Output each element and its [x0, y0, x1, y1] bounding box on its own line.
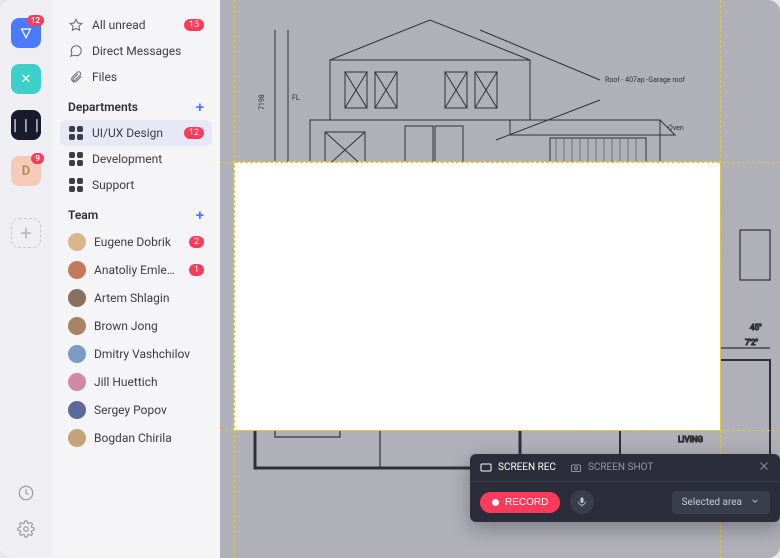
app-shell: ▽12✕❘❘❘D9 + All unread 15 Direct Messag [0, 0, 780, 558]
tab-label: SCREEN REC [498, 462, 556, 473]
microphone-button[interactable] [570, 490, 594, 514]
add-workspace-button[interactable]: + [11, 218, 41, 248]
sidebar-all-unread[interactable]: All unread 15 [60, 12, 212, 38]
avatar [68, 345, 86, 363]
member-name: Artem Shlagin [94, 291, 204, 305]
avatar [68, 261, 86, 279]
star-icon [68, 17, 84, 33]
record-dot-icon [492, 499, 499, 506]
sidebar-team-member[interactable]: Sergey Popov [60, 396, 212, 424]
member-name: Eugene Dobrik [94, 235, 181, 249]
guide-line [234, 0, 235, 558]
section-team: Team + [60, 198, 212, 228]
app-glyph: ▽ [21, 26, 31, 41]
unread-badge: 1 [189, 264, 204, 276]
workspace-icon[interactable]: ✕ [11, 64, 41, 94]
sidebar-team-member[interactable]: Anatoliy Emleninov 1 [60, 256, 212, 284]
record-label: RECORD [505, 497, 548, 508]
sidebar-direct-messages[interactable]: Direct Messages [60, 38, 212, 64]
notification-badge: 12 [27, 15, 44, 26]
capture-mode-dropdown[interactable]: Selected area [672, 491, 770, 514]
chat-icon [68, 43, 84, 59]
section-departments: Departments + [60, 90, 212, 120]
section-title: Departments [68, 100, 138, 114]
tab-screen-shot[interactable]: SCREEN SHOT [570, 462, 653, 474]
sidebar-item-label: Files [92, 70, 204, 84]
add-department-button[interactable]: + [196, 98, 204, 116]
close-icon[interactable] [758, 460, 770, 475]
avatar [68, 429, 86, 447]
record-button[interactable]: RECORD [480, 492, 560, 513]
avatar [68, 401, 86, 419]
sidebar-item-label: Direct Messages [92, 44, 204, 58]
sidebar-team-member[interactable]: Brown Jong [60, 312, 212, 340]
sidebar-team-member[interactable]: Artem Shlagin [60, 284, 212, 312]
grid-icon [68, 125, 84, 141]
workspace-icon[interactable]: ▽12 [11, 18, 41, 48]
sidebar-team-member[interactable]: Eugene Dobrik 2 [60, 228, 212, 256]
avatar [68, 233, 86, 251]
app-glyph: ❘❘❘ [10, 118, 43, 133]
workspace-icon[interactable]: D9 [11, 156, 41, 186]
unread-badge: 12 [184, 127, 204, 139]
avatar [68, 317, 86, 335]
sidebar-item-label: Development [92, 152, 204, 166]
member-name: Anatoliy Emleninov [94, 263, 181, 277]
sidebar-department-item[interactable]: Support [60, 172, 212, 198]
notification-badge: 9 [31, 153, 44, 164]
sidebar-team-member[interactable]: Bogdan Chirila [60, 424, 212, 452]
tab-screen-rec[interactable]: SCREEN REC [480, 462, 556, 474]
member-name: Bogdan Chirila [94, 431, 204, 445]
section-title: Team [68, 208, 98, 222]
svg-text:LIVING: LIVING [678, 435, 703, 444]
plus-icon: + [20, 223, 31, 243]
guide-line [220, 162, 780, 163]
sidebar-item-label: All unread [92, 18, 176, 32]
sidebar-department-item[interactable]: UI/UX Design 12 [60, 120, 212, 146]
sidebar: All unread 15 Direct Messages Files Depa… [52, 0, 220, 558]
member-name: Sergey Popov [94, 403, 204, 417]
member-name: Dmitry Vashchilov [94, 347, 204, 361]
member-name: Brown Jong [94, 319, 204, 333]
selection-area[interactable] [234, 162, 720, 430]
avatar [68, 289, 86, 307]
add-team-member-button[interactable]: + [196, 206, 204, 224]
svg-text:Oven: Oven [668, 124, 684, 132]
chevron-down-icon [750, 496, 760, 509]
app-iconbar: ▽12 ✕ ❘❘❘ D9 + [0, 0, 52, 558]
unread-badge: 15 [184, 19, 204, 31]
dropdown-value: Selected area [682, 497, 742, 508]
grid-icon [68, 151, 84, 167]
canvas-area[interactable]: 2.50 2.60 3.00 LIVING 7' [220, 0, 780, 558]
svg-text:45": 45" [750, 323, 762, 332]
member-name: Jill Huettich [94, 375, 204, 389]
svg-text:7198: 7198 [258, 94, 266, 110]
svg-text:7'2": 7'2" [745, 338, 758, 347]
tab-label: SCREEN SHOT [588, 462, 653, 473]
guide-line [220, 430, 780, 431]
sidebar-files[interactable]: Files [60, 64, 212, 90]
grid-icon [68, 177, 84, 193]
sidebar-team-member[interactable]: Dmitry Vashchilov [60, 340, 212, 368]
workspace-icon[interactable]: ❘❘❘ [11, 110, 41, 140]
sidebar-department-item[interactable]: Development [60, 146, 212, 172]
avatar [68, 373, 86, 391]
svg-text:Roof - 407ap -Garage roof: Roof - 407ap -Garage roof [605, 76, 686, 84]
sidebar-item-label: UI/UX Design [92, 126, 176, 140]
paperclip-icon [68, 69, 84, 85]
unread-badge: 2 [189, 236, 204, 248]
app-glyph: D [22, 164, 30, 179]
settings-icon[interactable] [17, 520, 35, 542]
svg-text:FL: FL [292, 94, 300, 102]
clock-icon[interactable] [17, 484, 35, 506]
sidebar-item-label: Support [92, 178, 204, 192]
sidebar-team-member[interactable]: Jill Huettich [60, 368, 212, 396]
screen-recorder-panel: SCREEN REC SCREEN SHOT RECORD [470, 454, 780, 522]
app-glyph: ✕ [21, 72, 32, 87]
